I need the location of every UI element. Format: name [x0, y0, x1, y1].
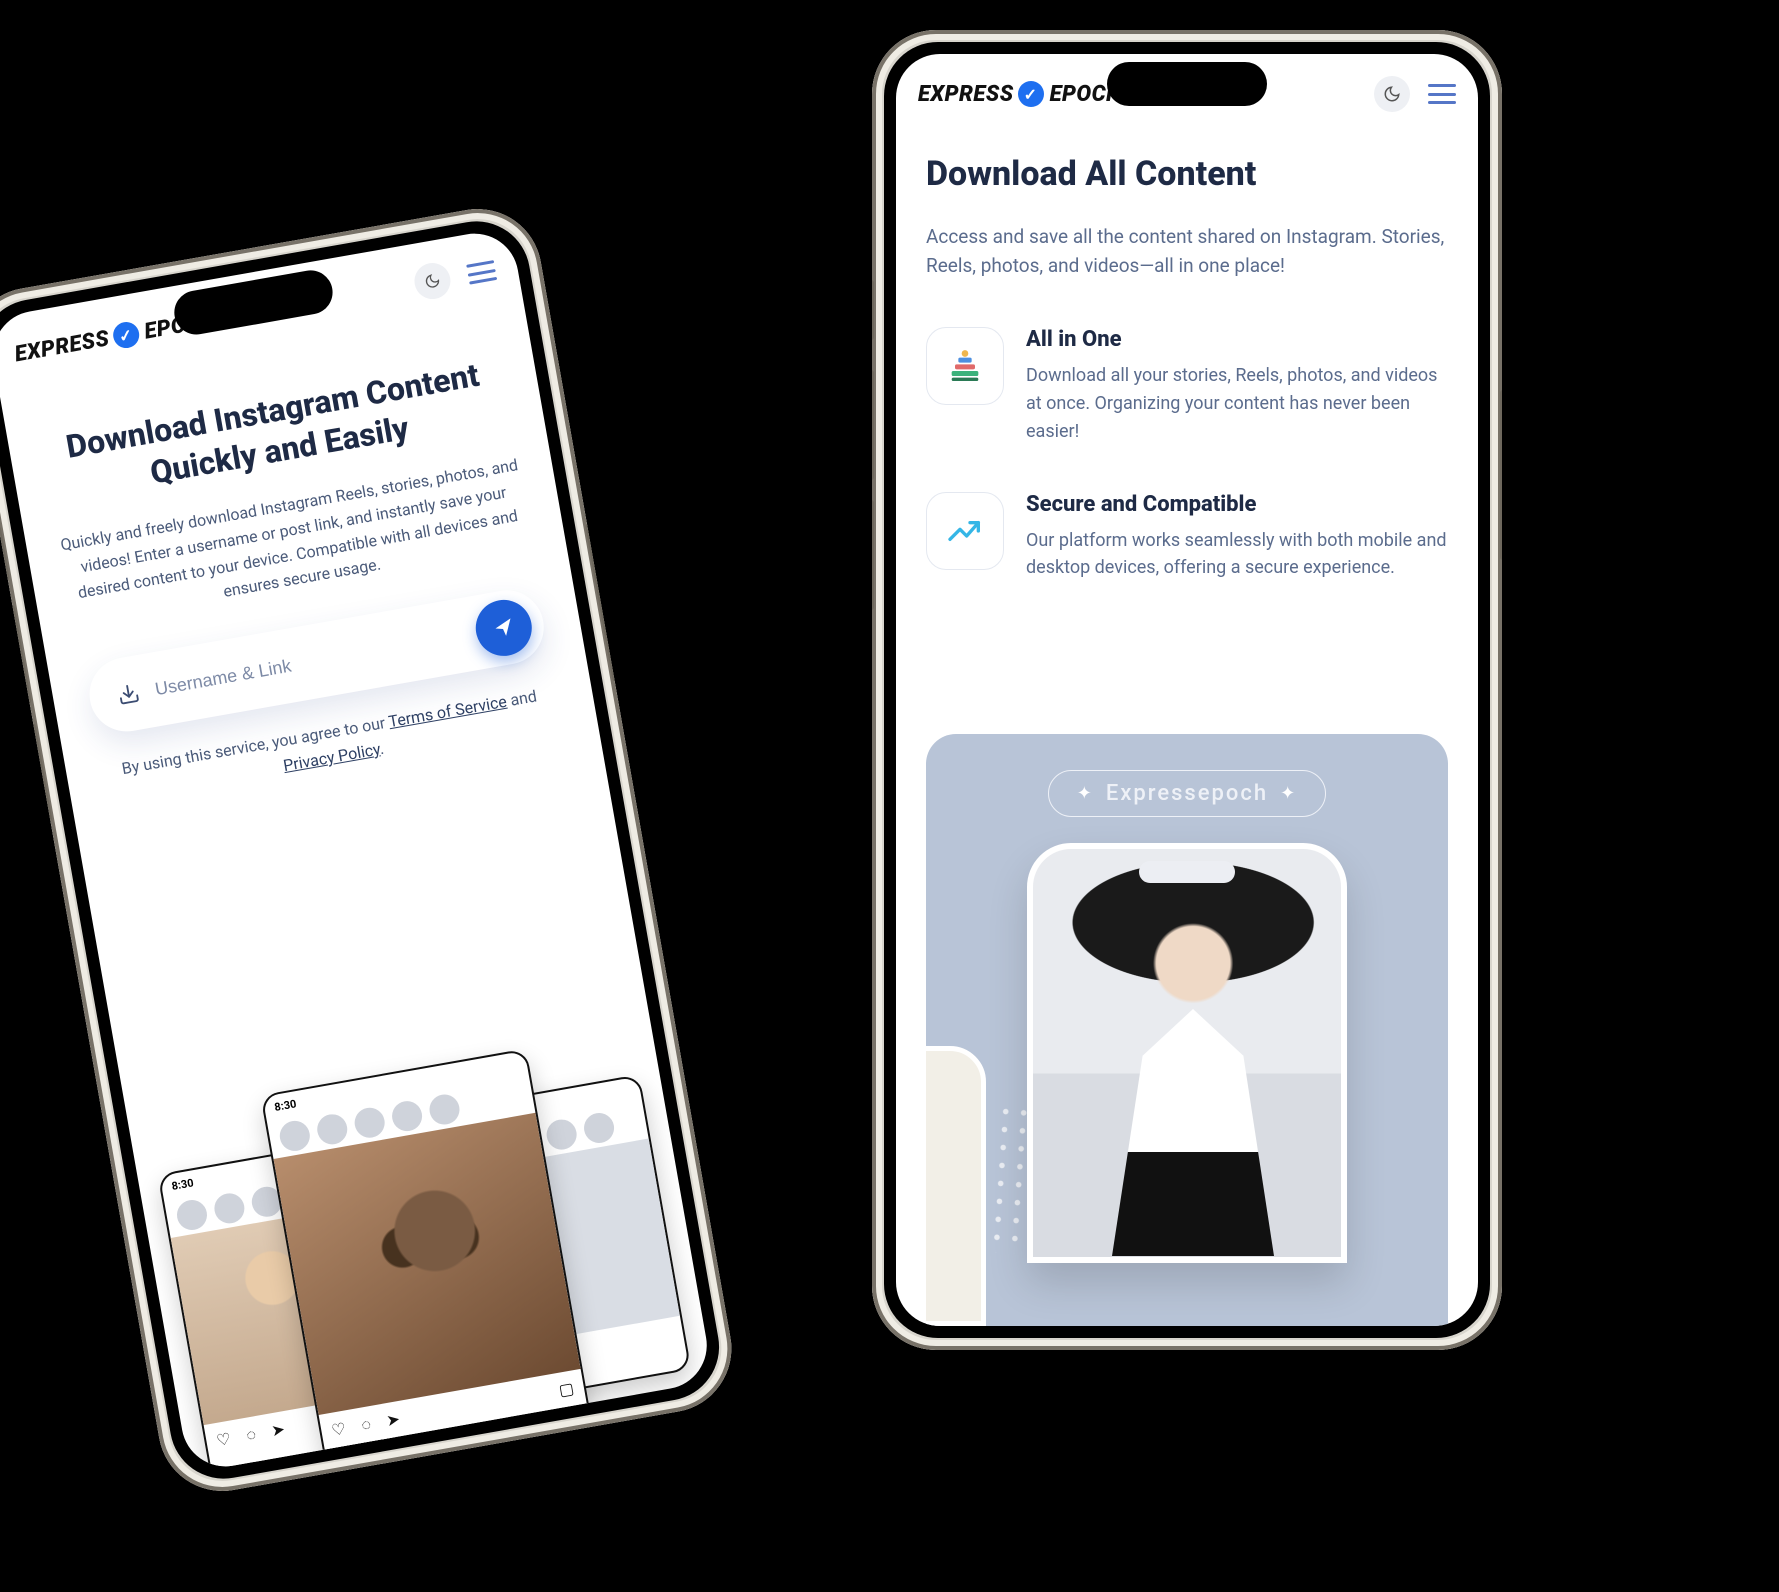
sparkle-icon: ✦ [1280, 783, 1297, 804]
promo-panel: ✦ Expressepoch ✦ [926, 734, 1448, 1326]
device-button [872, 500, 874, 610]
terms-of-service-link[interactable]: Terms of Service [387, 692, 508, 731]
send-icon [491, 615, 516, 640]
device-bezel: EXPRESS ✓ EPOCH Download All Conten [884, 42, 1490, 1338]
section-lead: Access and save all the content shared o… [926, 222, 1448, 281]
hero: Download Instagram Content Quickly and E… [37, 350, 569, 811]
feature-secure: Secure and Compatible Our platform works… [926, 492, 1448, 583]
preview-photo [273, 1113, 580, 1415]
device-button [872, 280, 874, 340]
trending-up-icon [945, 511, 985, 551]
stack-icon [945, 346, 985, 386]
instagram-preview-stack: 8:30 ♡ ◌ ➤ ▢ 8:30 8:30 [152, 1002, 690, 1473]
device-notch [1107, 62, 1267, 106]
promo-badge: ✦ Expressepoch ✦ [1048, 770, 1326, 817]
heart-icon: ♡ [215, 1429, 233, 1451]
menu-bar-icon [1428, 93, 1456, 96]
download-icon [116, 682, 141, 707]
menu-bar-icon [1428, 84, 1456, 87]
bookmark-icon: ▢ [557, 1378, 575, 1400]
brand-text-left: EXPRESS [13, 326, 111, 367]
screen-right: EXPRESS ✓ EPOCH Download All Conten [896, 54, 1478, 1326]
device-bezel: EXPRESS ✓ EPOCH Download Instagram [0, 213, 728, 1487]
device-mockup-left: EXPRESS ✓ EPOCH Download Instagram [0, 199, 742, 1501]
menu-bar-icon [466, 260, 494, 268]
feature-all-in-one: All in One Download all your stories, Re… [926, 327, 1448, 446]
moon-icon [1383, 85, 1401, 103]
search-input[interactable] [153, 625, 462, 700]
verified-badge-icon: ✓ [111, 320, 141, 350]
menu-button[interactable] [466, 260, 497, 285]
comment-icon: ◌ [360, 1414, 373, 1435]
moon-icon [423, 272, 442, 291]
promo-device [1027, 843, 1347, 1263]
feature-body: Our platform works seamlessly with both … [1026, 527, 1448, 583]
feature-body: Download all your stories, Reels, photos… [1026, 362, 1448, 446]
promo-label: Expressepoch [1106, 781, 1268, 806]
device-mockup-right: EXPRESS ✓ EPOCH Download All Conten [872, 30, 1502, 1350]
feature-title: Secure and Compatible [1026, 492, 1448, 517]
comment-icon: ◌ [245, 1424, 258, 1445]
heart-icon: ♡ [330, 1419, 348, 1441]
device-notch [1139, 861, 1235, 883]
share-icon: ➤ [385, 1409, 402, 1431]
device-button [0, 526, 10, 581]
menu-bar-icon [468, 268, 496, 276]
feature-icon-stack [926, 327, 1004, 405]
share-icon: ➤ [270, 1419, 287, 1441]
agreement-mid: and [509, 687, 538, 710]
menu-button[interactable] [1428, 84, 1456, 104]
verified-badge-icon: ✓ [1018, 81, 1044, 107]
menu-bar-icon [469, 277, 497, 285]
device-button [872, 370, 874, 480]
submit-button[interactable] [471, 596, 536, 661]
section-heading: Download All Content [926, 154, 1448, 194]
dark-mode-toggle[interactable] [412, 260, 454, 302]
sparkle-icon: ✦ [1077, 783, 1094, 804]
feature-title: All in One [1026, 327, 1448, 352]
main-content: Download All Content Access and save all… [926, 154, 1448, 582]
dark-mode-toggle[interactable] [1374, 76, 1410, 112]
menu-bar-icon [1428, 101, 1456, 104]
device-button [1500, 390, 1502, 560]
promo-side-device [926, 1046, 986, 1326]
clock-time: 8:30 [273, 1097, 297, 1114]
screen-left: EXPRESS ✓ EPOCH Download Instagram [0, 227, 714, 1474]
brand-logo[interactable]: EXPRESS ✓ EPOCH [918, 81, 1122, 107]
feature-icon-trend [926, 492, 1004, 570]
brand-text-left: EXPRESS [918, 82, 1014, 107]
promo-photo [1033, 849, 1341, 1257]
clock-time: 8:30 [171, 1176, 195, 1193]
